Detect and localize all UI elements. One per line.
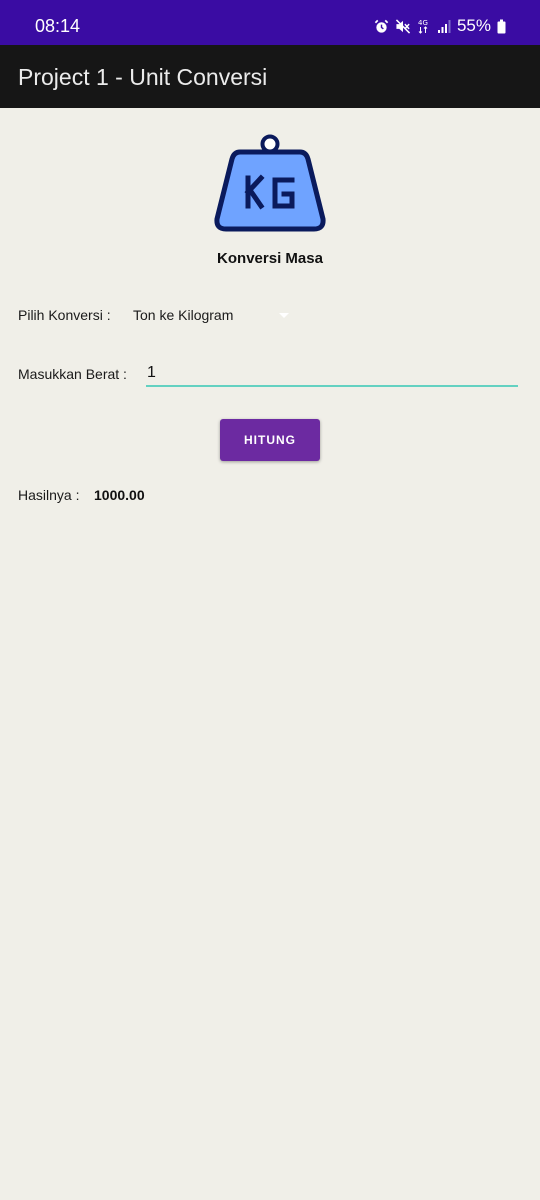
battery-percent: 55% [456, 16, 491, 35]
status-time: 08:14 [35, 16, 81, 36]
app-bar: Project 1 - Unit Conversi [0, 45, 540, 108]
conversion-label: Pilih Konversi : [18, 307, 111, 323]
weight-label: Masukkan Berat : [18, 366, 127, 382]
4g-text: 4G [418, 19, 428, 27]
result-label: Hasilnya : [18, 487, 80, 503]
mute-icon [395, 18, 411, 34]
kg-weight-icon [212, 132, 328, 239]
status-bar: 08:14 4G 55% [0, 0, 540, 45]
dropdown-arrow-icon [279, 313, 289, 318]
result-value: 1000.00 [94, 487, 145, 503]
status-icons: 4G 55% [374, 15, 506, 37]
battery-icon [497, 19, 506, 33]
weight-input[interactable] [146, 360, 518, 387]
weight-input-wrap [146, 360, 518, 387]
section-title: Konversi Masa [217, 250, 323, 267]
conversion-selected-value: Ton ke Kilogram [133, 307, 234, 323]
4g-icon: 4G [418, 19, 428, 34]
signal-icon [437, 19, 451, 33]
alarm-icon [374, 19, 389, 33]
conversion-select[interactable]: Ton ke Kilogram [133, 302, 303, 328]
calculate-button[interactable]: HITUNG [220, 419, 320, 461]
app-title: Project 1 - Unit Conversi [18, 64, 268, 90]
